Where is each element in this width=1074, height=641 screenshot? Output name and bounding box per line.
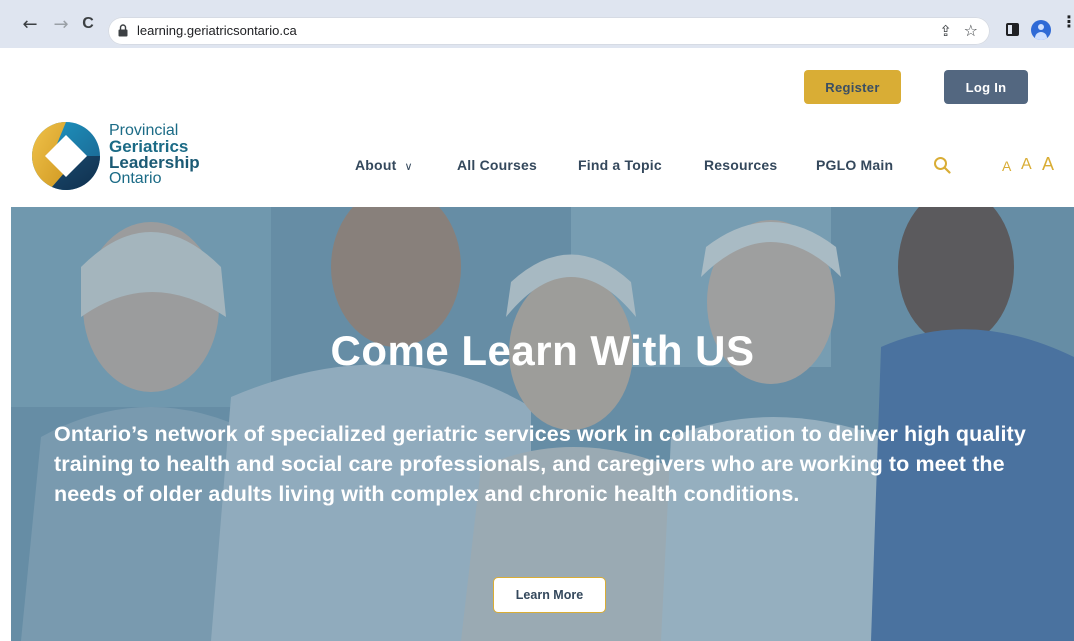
text-size-small-button[interactable]: A (1002, 158, 1011, 174)
pglo-logo-icon[interactable] (30, 121, 102, 191)
logo-line-ontario: Ontario (109, 170, 162, 187)
logo-line-leadership: Leadership (109, 153, 200, 172)
nav-item-about-label: About (355, 157, 397, 173)
browser-menu-icon[interactable]: ⋮ (1061, 14, 1074, 30)
hero-banner: Come Learn With US Ontario’s network of … (11, 207, 1074, 641)
search-icon[interactable] (933, 156, 951, 174)
nav-item-all-courses[interactable]: All Courses (457, 157, 537, 173)
login-button[interactable]: Log In (944, 70, 1028, 104)
nav-item-resources[interactable]: Resources (704, 157, 777, 173)
hero-subtitle: Ontario’s network of specialized geriatr… (54, 422, 1026, 506)
logo-wordmark[interactable]: Provincial Geriatrics Leadership Ontario (109, 123, 200, 187)
nav-item-about[interactable]: About ∨ (355, 157, 413, 173)
reload-icon[interactable]: C (78, 14, 98, 34)
url-text: learning.geriatricsontario.ca (137, 23, 297, 38)
hero-title: Come Learn With US (330, 327, 755, 374)
profile-avatar-icon[interactable] (1031, 20, 1051, 40)
address-bar[interactable]: learning.geriatricsontario.ca ⇪ ☆ (108, 17, 990, 45)
lock-icon (118, 24, 128, 37)
forward-icon[interactable]: → (51, 14, 71, 35)
nav-item-find-a-topic[interactable]: Find a Topic (578, 157, 662, 173)
text-size-medium-button[interactable]: A (1021, 156, 1032, 174)
share-icon[interactable]: ⇪ (939, 22, 952, 40)
chevron-down-icon: ∨ (404, 161, 413, 173)
register-button[interactable]: Register (804, 70, 901, 104)
back-icon[interactable]: ← (20, 14, 40, 35)
bookmark-star-icon[interactable]: ☆ (964, 21, 978, 40)
nav-item-pglo-main[interactable]: PGLO Main (816, 157, 893, 173)
learn-more-button[interactable]: Learn More (493, 577, 606, 613)
text-size-large-button[interactable]: A (1042, 154, 1054, 175)
side-panel-icon[interactable] (1006, 23, 1019, 36)
browser-toolbar: ← → C learning.geriatricsontario.ca ⇪ ☆ … (0, 0, 1074, 48)
